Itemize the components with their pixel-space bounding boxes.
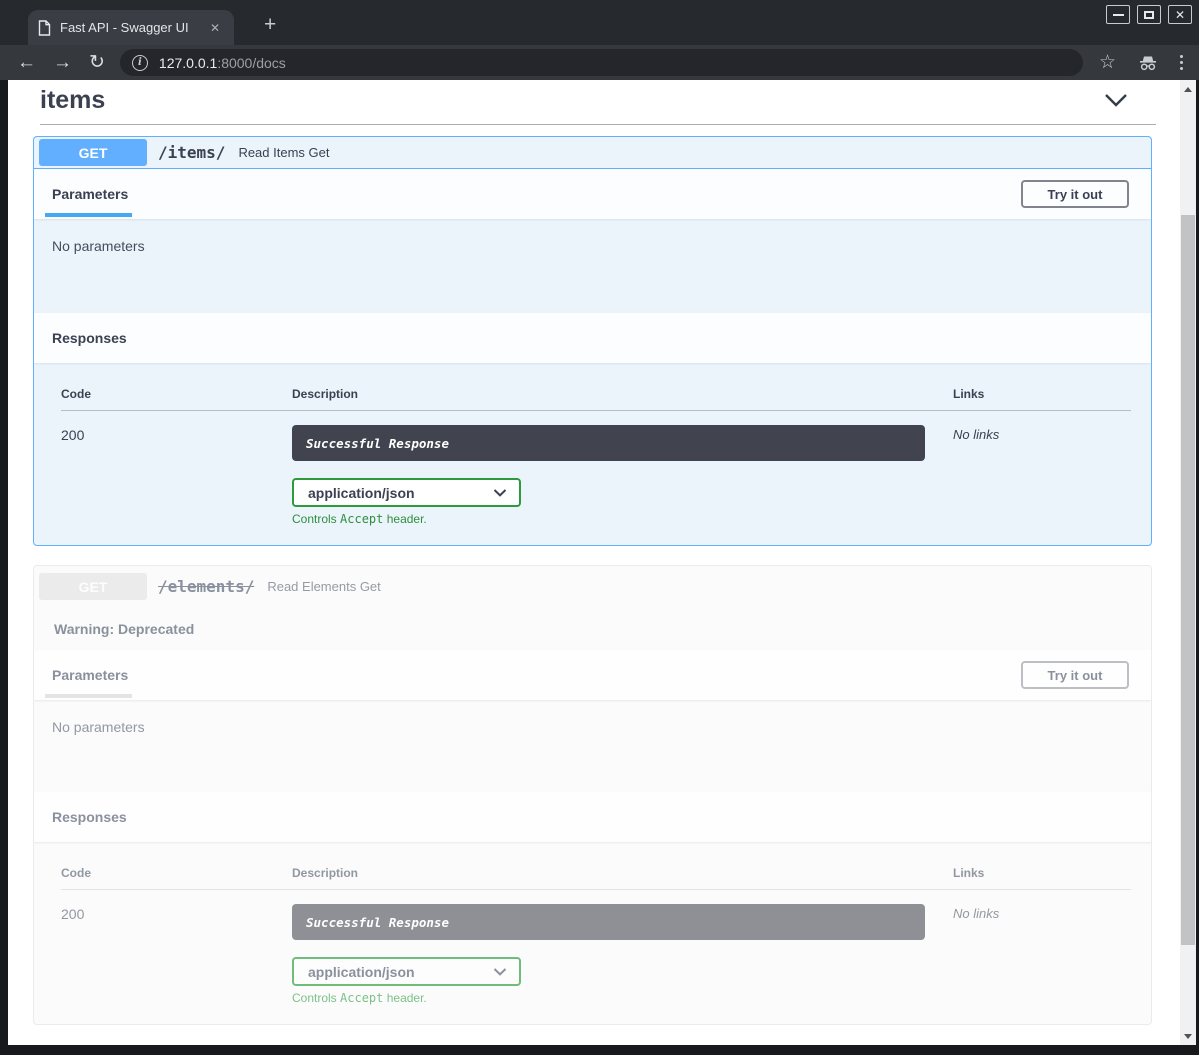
tab-parameters[interactable]: Parameters (52, 667, 128, 683)
response-description-cell: Successful Response application/json Con… (292, 411, 953, 526)
no-parameters-text: No parameters (52, 719, 145, 735)
reload-icon[interactable]: ↻ (89, 53, 105, 72)
responses-body: Code Description Links 200 Successful Re… (34, 842, 1151, 1005)
page-scrollbar[interactable] (1180, 80, 1196, 1045)
parameters-header-row: Parameters Try it out (34, 650, 1151, 700)
select-chevron-icon (493, 968, 507, 976)
active-tab-underline (45, 213, 132, 217)
opblock-get-elements-deprecated: GET /elements/ Read Elements Get Warning… (33, 565, 1152, 1025)
description-column-header: Description (292, 387, 953, 411)
responses-header: Responses (34, 313, 1151, 363)
controls-accept-message: Controls Accept header. (292, 991, 953, 1005)
accept-code-text: Accept (340, 991, 383, 1005)
responses-table: Code Description Links 200 Successful Re… (61, 387, 1131, 526)
tab-close-icon[interactable]: ✕ (206, 21, 224, 35)
media-type-value: application/json (308, 964, 415, 980)
responses-label: Responses (52, 809, 127, 825)
controls-accept-message: Controls Accept header. (292, 512, 953, 526)
response-code: 200 (61, 890, 292, 1005)
scrollbar-thumb[interactable] (1181, 215, 1195, 945)
active-tab-underline (45, 694, 132, 698)
opblock-summary[interactable]: GET /elements/ Read Elements Get (34, 566, 1151, 607)
collapse-chevron-icon[interactable] (1104, 93, 1128, 113)
browser-window: Fast API - Swagger UI ✕ + ✕ ← → ↻ i 127.… (0, 0, 1199, 1055)
back-icon[interactable]: ← (17, 53, 36, 72)
response-code: 200 (61, 411, 292, 526)
parameters-body: No parameters (34, 700, 1151, 792)
close-icon: ✕ (1175, 8, 1185, 22)
titlebar: Fast API - Swagger UI ✕ + ✕ (0, 0, 1199, 45)
response-description-cell: Successful Response application/json Con… (292, 890, 953, 1005)
opblock-get-items: GET /items/ Read Items Get Parameters Tr… (33, 136, 1152, 546)
section-divider (40, 124, 1156, 125)
scrollbar-up-arrow[interactable] (1180, 82, 1196, 96)
no-parameters-text: No parameters (52, 238, 145, 254)
maximize-icon (1144, 11, 1154, 19)
scrollbar-down-arrow[interactable] (1180, 1029, 1196, 1043)
media-type-select[interactable]: application/json (292, 478, 521, 507)
window-controls: ✕ (1106, 5, 1192, 24)
try-it-out-button[interactable]: Try it out (1021, 180, 1129, 208)
endpoint-path: /items/ (158, 143, 225, 162)
endpoint-summary: Read Items Get (238, 145, 329, 160)
no-links-text: No links (953, 411, 1131, 526)
opblock-summary[interactable]: GET /items/ Read Items Get (34, 137, 1151, 169)
code-column-header: Code (61, 387, 292, 411)
browser-toolbar: ← → ↻ i 127.0.0.1:8000/docs ☆ (0, 45, 1199, 80)
site-info-icon[interactable]: i (132, 55, 148, 71)
deprecated-warning: Warning: Deprecated (34, 607, 1151, 650)
swagger-page: items GET /items/ Read Items Get Paramet… (8, 80, 1180, 1045)
minimize-icon (1113, 14, 1124, 16)
tab-parameters[interactable]: Parameters (52, 186, 128, 202)
toolbar-right: ☆ (1099, 51, 1183, 74)
endpoint-path: /elements/ (158, 577, 254, 596)
new-tab-button[interactable]: + (264, 13, 276, 37)
response-description-box: Successful Response (292, 904, 925, 940)
tag-section-title[interactable]: items (40, 86, 105, 115)
parameters-body: No parameters (34, 219, 1151, 313)
response-description-box: Successful Response (292, 425, 925, 461)
no-links-text: No links (953, 890, 1131, 1005)
url-host: 127.0.0.1 (159, 55, 217, 71)
http-method-badge: GET (39, 139, 147, 166)
browser-tab[interactable]: Fast API - Swagger UI ✕ (28, 10, 234, 45)
select-chevron-icon (493, 489, 507, 497)
minimize-button[interactable] (1106, 5, 1130, 24)
http-method-badge: GET (39, 573, 147, 600)
try-it-out-button[interactable]: Try it out (1021, 661, 1129, 689)
responses-table: Code Description Links 200 Successful Re… (61, 866, 1131, 1005)
responses-label: Responses (52, 330, 127, 346)
url-text: 127.0.0.1:8000/docs (159, 55, 286, 71)
parameters-header-row: Parameters Try it out (34, 169, 1151, 219)
menu-dots-icon[interactable] (1180, 55, 1183, 70)
incognito-icon (1137, 55, 1159, 71)
accept-code-text: Accept (340, 512, 383, 526)
url-path: :8000/docs (217, 55, 286, 71)
close-button[interactable]: ✕ (1168, 5, 1192, 24)
links-column-header: Links (953, 387, 1131, 411)
media-type-select[interactable]: application/json (292, 957, 521, 986)
forward-icon[interactable]: → (53, 53, 72, 72)
page-favicon-icon (38, 20, 51, 36)
media-type-value: application/json (308, 485, 415, 501)
maximize-button[interactable] (1137, 5, 1161, 24)
tab-title: Fast API - Swagger UI (60, 20, 206, 35)
links-column-header: Links (953, 866, 1131, 890)
bookmark-star-icon[interactable]: ☆ (1099, 51, 1116, 74)
description-column-header: Description (292, 866, 953, 890)
responses-body: Code Description Links 200 Successful Re… (34, 363, 1151, 526)
responses-header: Responses (34, 792, 1151, 842)
code-column-header: Code (61, 866, 292, 890)
endpoint-summary: Read Elements Get (267, 579, 380, 594)
address-bar[interactable]: i 127.0.0.1:8000/docs (120, 49, 1083, 76)
